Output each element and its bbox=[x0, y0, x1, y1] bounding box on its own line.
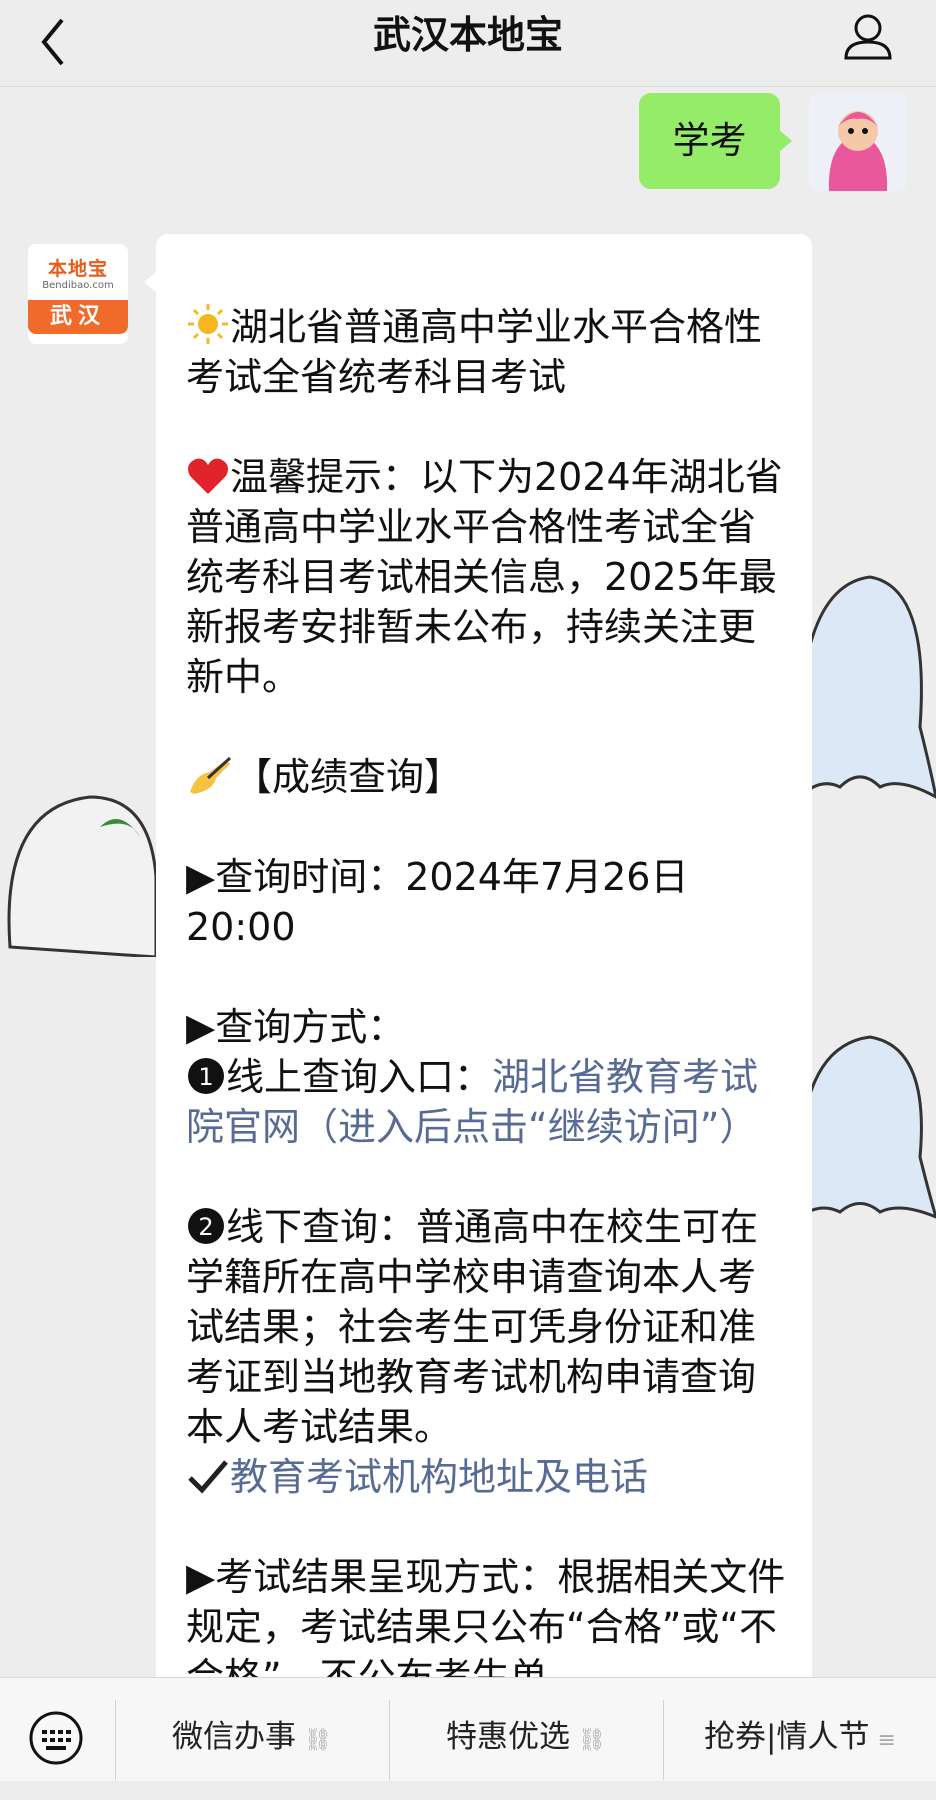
page-title: 武汉本地宝 bbox=[372, 13, 563, 57]
check-mark-icon bbox=[188, 1460, 228, 1494]
avatar-brand: 本地宝 bbox=[47, 258, 108, 280]
top-bar: 武汉本地宝 bbox=[0, 0, 936, 87]
menu-coupons[interactable]: 抢券|情人节 ≡ bbox=[664, 1678, 936, 1781]
number-two-icon: 2 bbox=[188, 1208, 224, 1244]
offline-query: 2 线下查询：普通高中在校生可在学籍所在高中学校申请查询本人考试结果；社会考生可… bbox=[186, 1205, 759, 1499]
svg-text:2: 2 bbox=[198, 1213, 213, 1241]
avatar-site: Bendibao.com bbox=[42, 280, 114, 291]
menu-wechat-service[interactable]: 微信办事 ⛓ bbox=[116, 1678, 388, 1781]
writing-hand-icon bbox=[190, 756, 232, 794]
my-avatar[interactable] bbox=[809, 93, 907, 191]
chat-area[interactable]: 学考 本地宝 Bendibao.com 武汉 湖北省普通高中学业水平合格性考试全… bbox=[0, 87, 936, 1677]
avatar-city: 武汉 bbox=[28, 300, 128, 334]
sun-icon bbox=[188, 304, 228, 344]
result-format: ▶考试结果呈现方式：根据相关文件规定，考试结果只公布“合格”或“不合格”，不公布… bbox=[186, 1555, 786, 1677]
keyboard-icon[interactable] bbox=[28, 1710, 84, 1766]
exam-office-address-link[interactable]: 教育考试机构地址及电话 bbox=[230, 1455, 648, 1499]
svg-text:1: 1 bbox=[198, 1063, 213, 1091]
palm-doodle-icon bbox=[7, 795, 156, 957]
number-one-icon: 1 bbox=[188, 1058, 224, 1094]
query-method-heading: ▶查询方式： bbox=[186, 1005, 406, 1049]
query-time: ▶查询时间：2024年7月26日20:00 bbox=[186, 855, 689, 949]
bottom-menu-bar: 微信办事 ⛓ 特惠优选 ⛓ 抢券|情人节 ≡ bbox=[0, 1677, 936, 1781]
link-icon: ⛓ bbox=[304, 1728, 332, 1753]
online-query: 1 线上查询入口：湖北省教育考试院官网（进入后点击“继续访问”） bbox=[186, 1055, 759, 1149]
warm-tip: 温馨提示：以下为2024年湖北省普通高中学业水平合格性考试全省统考科目考试相关信… bbox=[186, 455, 783, 699]
user-profile-icon[interactable] bbox=[842, 10, 894, 62]
menu-list-icon: ≡ bbox=[877, 1728, 896, 1753]
menu-special-offers[interactable]: 特惠优选 ⛓ bbox=[390, 1678, 662, 1781]
heart-icon bbox=[188, 458, 228, 494]
link-icon: ⛓ bbox=[578, 1728, 606, 1753]
my-message-bubble[interactable]: 学考 bbox=[639, 93, 792, 189]
bot-message-bubble: 湖北省普通高中学业水平合格性考试全省统考科目考试 温馨提示：以下为2024年湖北… bbox=[144, 234, 812, 1677]
score-query-heading: 【成绩查询】 bbox=[186, 752, 786, 802]
cartoon-avatar-icon bbox=[809, 93, 907, 191]
message-title: 湖北省普通高中学业水平合格性考试全省统考科目考试 bbox=[186, 302, 786, 402]
official-account-avatar[interactable]: 本地宝 Bendibao.com 武汉 bbox=[28, 244, 128, 344]
